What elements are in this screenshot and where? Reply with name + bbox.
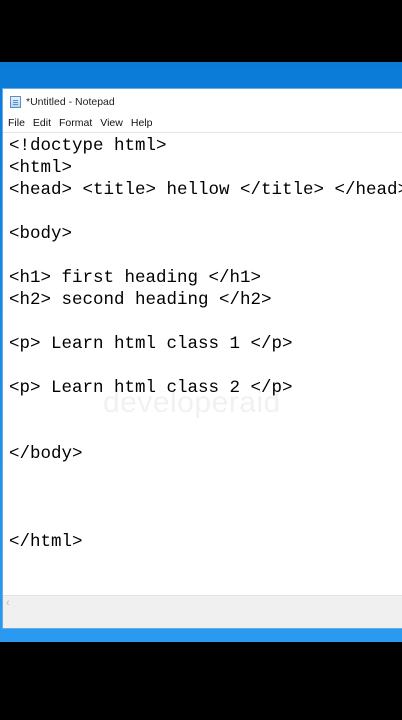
text-editor-area[interactable]: <!doctype html> <html> <head> <title> he…: [3, 132, 402, 596]
window-title: *Untitled - Notepad: [26, 95, 115, 108]
menu-edit[interactable]: Edit: [29, 117, 55, 129]
menu-help[interactable]: Help: [127, 117, 157, 129]
menu-format[interactable]: Format: [55, 117, 96, 129]
notepad-icon: [10, 95, 21, 108]
bottom-letterbox: [0, 642, 402, 720]
title-bar[interactable]: *Untitled - Notepad: [3, 89, 402, 114]
scroll-left-arrow-icon[interactable]: ‹: [6, 597, 10, 609]
notepad-window: *Untitled - Notepad File Edit Format Vie…: [3, 89, 402, 628]
editor-text[interactable]: <!doctype html> <html> <head> <title> he…: [9, 135, 402, 553]
watermark-text: developeraid: [103, 386, 281, 419]
menu-bar: File Edit Format View Help: [3, 114, 402, 132]
menu-file[interactable]: File: [3, 117, 29, 129]
horizontal-scrollbar[interactable]: ‹: [3, 595, 402, 612]
menu-view[interactable]: View: [96, 117, 127, 129]
status-bar: [3, 612, 402, 628]
